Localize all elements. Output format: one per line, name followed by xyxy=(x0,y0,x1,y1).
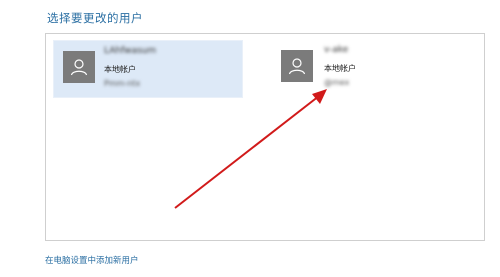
account-type: 本地帐户 xyxy=(324,64,356,73)
add-new-user-link[interactable]: 在电脑设置中添加新用户 xyxy=(45,254,139,266)
user-silhouette-icon xyxy=(281,50,313,82)
user-silhouette-icon xyxy=(63,51,95,83)
user-tile-2[interactable]: v-ake 本地帐户 @mex xyxy=(280,40,390,98)
user-name: v-ake xyxy=(324,45,349,55)
account-type: 本地帐户 xyxy=(104,65,136,74)
user-meta: Pmm-ntx xyxy=(104,79,141,88)
user-meta: @mex xyxy=(324,78,350,87)
page-title: 选择要更改的用户 xyxy=(47,11,143,25)
user-tile-1[interactable]: LAhfwasum 本地帐户 Pmm-ntx xyxy=(53,40,243,98)
user-name: LAhfwasum xyxy=(104,46,157,56)
